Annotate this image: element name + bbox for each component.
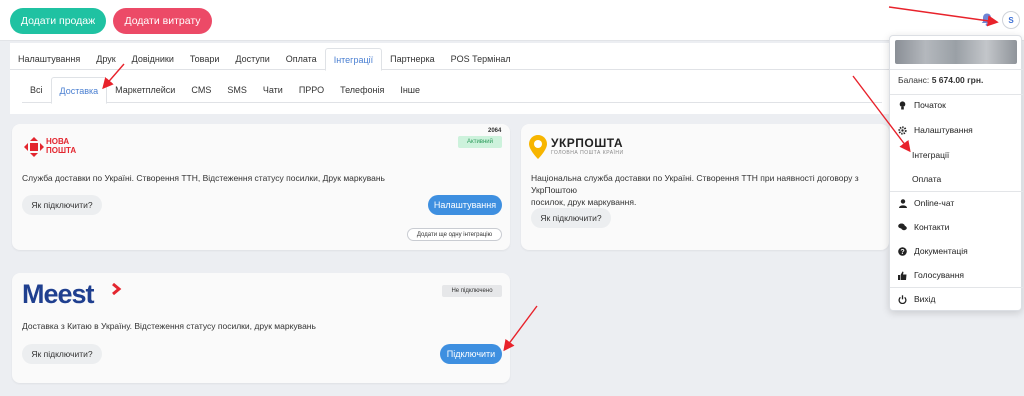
menu-item-integrations[interactable]: Інтеграції	[912, 148, 949, 162]
ukrposhta-logo-subtitle: ГОЛОВНА ПОШТА КРАЇНИ	[551, 150, 624, 156]
subtab-chats[interactable]: Чати	[255, 77, 291, 103]
how-to-connect-button[interactable]: Як підключити?	[22, 195, 102, 215]
how-to-connect-button[interactable]: Як підключити?	[22, 344, 102, 364]
top-bar: Додати продаж Додати витрату S	[0, 0, 1024, 41]
main-tabs: Налаштування Друк Довідники Товари Досту…	[10, 48, 890, 71]
tab-directories[interactable]: Довідники	[124, 48, 182, 70]
subtab-delivery[interactable]: Доставка	[50, 77, 108, 104]
user-dropdown-menu: Баланс: 5 674.00 грн. Початок Налаштуван…	[889, 35, 1023, 311]
ukrposhta-logo-icon	[529, 135, 547, 159]
card-description: Доставка з Китаю в Україну. Відстеження …	[22, 321, 316, 331]
menu-item-online-chat[interactable]: Online-чат	[898, 196, 954, 210]
card-description: Служба доставки по Україні. Створення ТТ…	[22, 173, 385, 183]
add-expense-button[interactable]: Додати витрату	[113, 8, 212, 34]
tab-integrations[interactable]: Інтеграції	[324, 48, 383, 71]
meest-card: Meest Не підключено Доставка з Китаю в У…	[12, 273, 510, 383]
divider	[890, 191, 1023, 192]
add-sale-button[interactable]: Додати продаж	[10, 8, 106, 34]
balance: Баланс: 5 674.00 грн.	[898, 75, 984, 85]
status-badge: Не підключено	[442, 285, 502, 297]
divider	[890, 287, 1023, 288]
divider	[890, 69, 1023, 70]
subtab-prro[interactable]: ПРРО	[291, 77, 332, 103]
avatar[interactable]: S	[1002, 11, 1020, 29]
meest-logo-arrow-icon	[112, 283, 122, 295]
card-description: Національна служба доставки по Україні. …	[531, 173, 859, 207]
svg-text:?: ?	[900, 249, 904, 256]
settings-panel: Налаштування Друк Довідники Товари Досту…	[10, 43, 1018, 114]
thumbs-up-icon	[898, 271, 907, 280]
subtab-cms[interactable]: CMS	[183, 77, 219, 103]
ukrposhta-card: УКРПОШТА ГОЛОВНА ПОШТА КРАЇНИ Національн…	[521, 124, 889, 250]
tab-settings[interactable]: Налаштування	[10, 48, 88, 70]
tab-products[interactable]: Товари	[182, 48, 228, 70]
power-icon	[898, 294, 907, 304]
divider	[890, 94, 1023, 95]
chat-icon	[898, 223, 907, 232]
nova-poshta-logo-text: НОВА ПОШТА	[46, 137, 77, 155]
user-icon	[898, 198, 907, 208]
menu-item-contacts[interactable]: Контакти	[898, 220, 949, 234]
nova-poshta-logo-icon	[24, 137, 44, 157]
user-info-blurred	[895, 40, 1017, 64]
menu-item-start[interactable]: Початок	[898, 98, 946, 112]
integration-code: 2064	[488, 128, 502, 134]
lightbulb-icon	[898, 100, 907, 110]
status-badge: Активний	[458, 136, 502, 148]
gear-icon	[898, 125, 907, 135]
how-to-connect-button[interactable]: Як підключити?	[531, 208, 611, 228]
add-another-integration-button[interactable]: Додати ще одну інтеграцію	[407, 228, 502, 241]
subtab-all[interactable]: Всі	[22, 77, 51, 103]
subtab-telephony[interactable]: Телефонія	[332, 77, 392, 103]
connect-button[interactable]: Підключити	[440, 344, 502, 364]
meest-logo: Meest	[22, 279, 95, 309]
menu-item-payment[interactable]: Оплата	[912, 172, 941, 186]
tab-payment[interactable]: Оплата	[278, 48, 325, 70]
menu-item-logout[interactable]: Вихід	[898, 292, 936, 306]
nova-poshta-card: НОВА ПОШТА 2064 Активний Служба доставки…	[12, 124, 510, 250]
subtab-marketplaces[interactable]: Маркетплейси	[107, 77, 183, 103]
question-icon: ?	[898, 246, 907, 256]
menu-item-settings[interactable]: Налаштування	[898, 123, 973, 137]
menu-item-voting[interactable]: Голосування	[898, 268, 964, 282]
subtab-sms[interactable]: SMS	[219, 77, 255, 103]
ukrposhta-logo-text: УКРПОШТА	[551, 136, 624, 150]
menu-item-documentation[interactable]: ? Документація	[898, 244, 968, 258]
bell-icon[interactable]	[981, 13, 993, 26]
tab-access[interactable]: Доступи	[227, 48, 277, 70]
subtab-other[interactable]: Інше	[392, 77, 428, 103]
tab-print[interactable]: Друк	[88, 48, 123, 70]
settings-button[interactable]: Налаштування	[428, 195, 502, 215]
integration-category-tabs: Всі Доставка Маркетплейси CMS SMS Чати П…	[22, 77, 882, 104]
tab-partners[interactable]: Партнерка	[382, 48, 443, 70]
tab-pos-terminal[interactable]: POS Термінал	[443, 48, 519, 70]
